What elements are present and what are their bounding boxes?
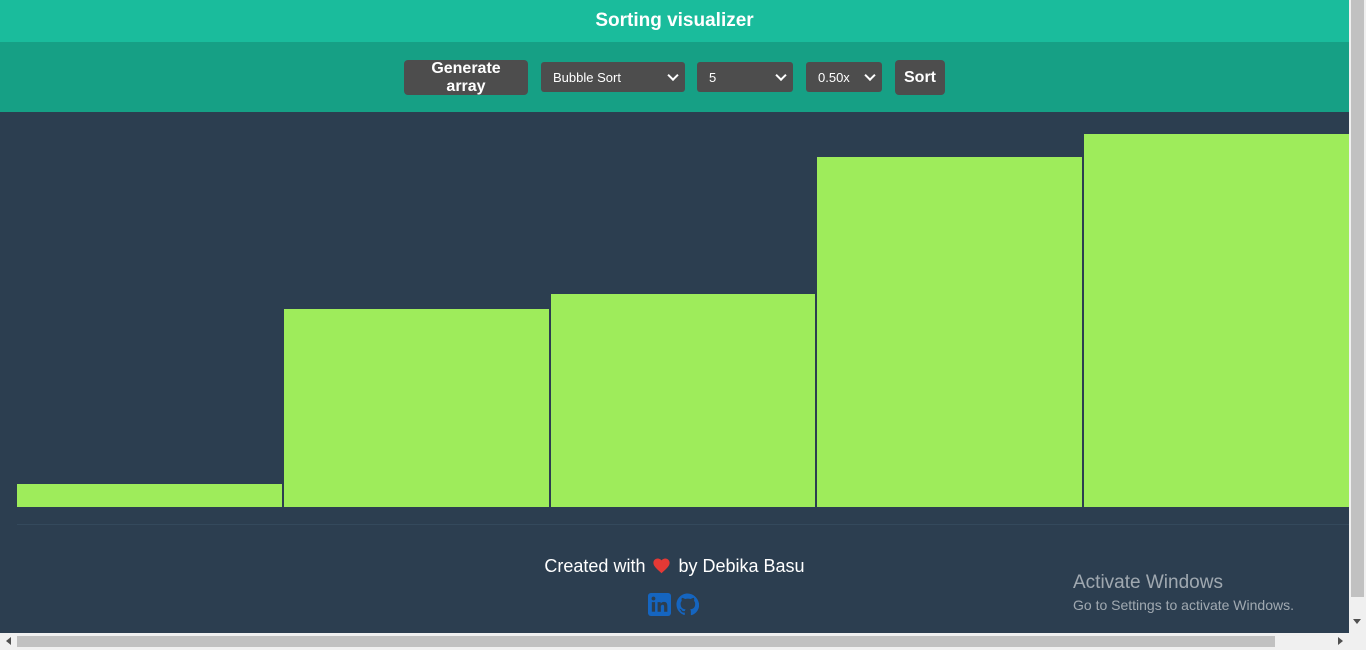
heart-icon xyxy=(652,557,671,579)
array-bar xyxy=(1084,134,1349,507)
vertical-scrollbar-thumb[interactable] xyxy=(1351,0,1364,597)
watermark-subtitle: Go to Settings to activate Windows. xyxy=(1073,597,1294,613)
array-bar xyxy=(17,484,282,507)
chevron-down-icon xyxy=(667,69,679,82)
credit-prefix: Created with xyxy=(544,556,646,576)
credit-suffix: by Debika Basu xyxy=(678,556,805,576)
github-icon[interactable] xyxy=(676,593,700,616)
array-bar xyxy=(550,294,816,507)
horizontal-scrollbar[interactable] xyxy=(0,633,1349,650)
app-title-bar: Sorting visualizer xyxy=(0,0,1349,42)
array-bar xyxy=(283,309,549,507)
scroll-down-arrow-icon[interactable] xyxy=(1353,619,1361,628)
algorithm-select-value: Bubble Sort xyxy=(553,69,621,85)
divider xyxy=(17,524,1349,525)
chevron-down-icon xyxy=(864,69,876,82)
speed-select[interactable]: 0.50x xyxy=(806,62,882,92)
social-links xyxy=(648,593,700,616)
activate-windows-watermark: Activate Windows Go to Settings to activ… xyxy=(1073,572,1294,613)
sort-button[interactable]: Sort xyxy=(895,60,945,95)
bar-chart xyxy=(17,112,1349,507)
page-title: Sorting visualizer xyxy=(595,10,754,31)
array-size-select[interactable]: 5 xyxy=(697,62,793,92)
linkedin-icon[interactable] xyxy=(648,593,671,616)
array-size-select-value: 5 xyxy=(709,69,717,85)
array-bar xyxy=(817,157,1083,507)
chevron-down-icon xyxy=(775,69,787,82)
vertical-scrollbar[interactable] xyxy=(1349,0,1366,650)
scroll-left-arrow-icon[interactable] xyxy=(2,637,11,645)
horizontal-scrollbar-thumb[interactable] xyxy=(17,636,1275,647)
generate-array-button[interactable]: Generate array xyxy=(404,60,528,95)
watermark-title: Activate Windows xyxy=(1073,572,1223,593)
toolbar: Generate array Bubble Sort 5 0.50x Sort xyxy=(0,42,1349,112)
speed-select-value: 0.50x xyxy=(818,69,850,85)
algorithm-select[interactable]: Bubble Sort xyxy=(541,62,685,92)
scroll-right-arrow-icon[interactable] xyxy=(1338,637,1347,645)
